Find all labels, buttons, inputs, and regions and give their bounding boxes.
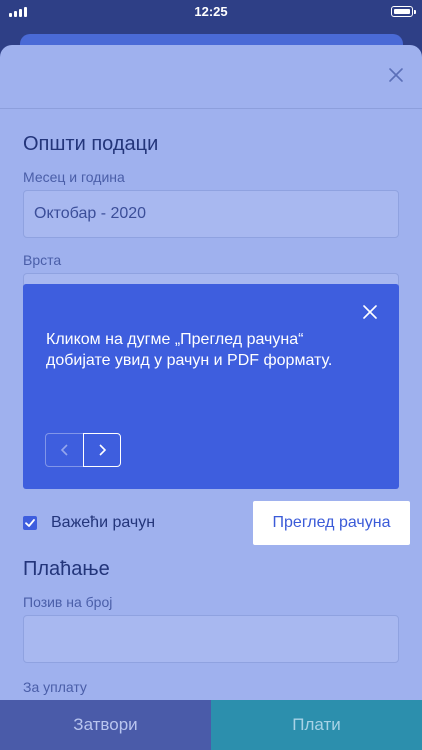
general-section-title: Општи подаци bbox=[23, 133, 159, 155]
prev-button[interactable] bbox=[45, 433, 83, 467]
status-time: 12:25 bbox=[194, 4, 228, 19]
payment-section-title: Плаћање bbox=[23, 558, 110, 580]
month-year-field[interactable]: Октобар - 2020 bbox=[23, 190, 399, 238]
battery-icon bbox=[391, 6, 416, 17]
checkmark-icon bbox=[25, 519, 35, 527]
next-button[interactable] bbox=[83, 433, 121, 467]
valid-invoice-label: Важећи рачун bbox=[51, 514, 156, 531]
status-bar: 12:25 bbox=[0, 0, 422, 24]
tooltip-text: Кликом на дугме „Преглед рачуна“ добијат… bbox=[46, 331, 333, 369]
close-button[interactable]: Затвори bbox=[0, 700, 211, 750]
invoice-preview-link[interactable]: Преглед рачуна bbox=[253, 501, 410, 545]
tooltip-pager bbox=[45, 433, 121, 467]
pay-button[interactable]: Плати bbox=[211, 700, 422, 750]
chevron-right-icon bbox=[99, 444, 107, 456]
month-year-label: Месец и година bbox=[23, 169, 125, 185]
amount-label: За уплату bbox=[23, 679, 87, 695]
type-label: Врста bbox=[23, 252, 62, 268]
chevron-left-icon bbox=[60, 444, 68, 456]
valid-invoice-checkbox[interactable] bbox=[23, 516, 37, 530]
close-icon[interactable] bbox=[388, 67, 404, 83]
reference-field[interactable] bbox=[23, 615, 399, 663]
tooltip-close-icon[interactable] bbox=[363, 305, 377, 319]
reference-label: Позив на број bbox=[23, 594, 113, 610]
hint-tooltip: Кликом на дугме „Преглед рачуна“ добијат… bbox=[23, 284, 399, 489]
preview-highlight: Преглед рачуна bbox=[253, 501, 410, 545]
sheet-header bbox=[0, 45, 422, 109]
